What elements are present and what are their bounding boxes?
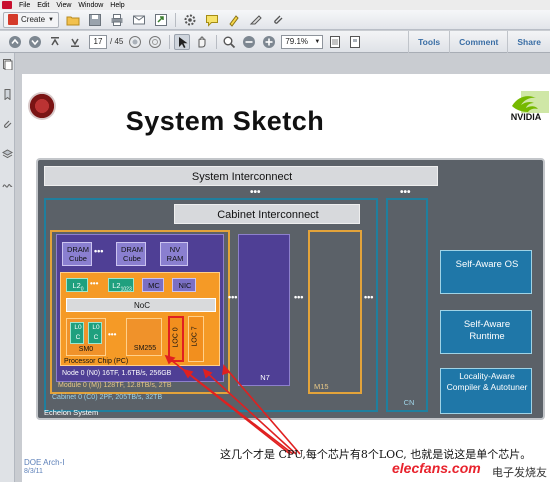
watermark-red: 电子发烧友 bbox=[492, 467, 547, 479]
right-panel-links: Tools Comment Share bbox=[408, 31, 550, 53]
page-total: / 45 bbox=[110, 37, 124, 46]
open-folder-icon[interactable] bbox=[65, 12, 81, 28]
footer-date: 8/3/11 bbox=[24, 468, 43, 475]
create-pdf-icon bbox=[8, 14, 18, 25]
handwritten-annotation: 这几个才是 CPU,每个芯片有8个LOC, 也就是说这是单个芯片。 bbox=[220, 448, 532, 461]
create-button[interactable]: Create ▼ bbox=[3, 11, 59, 28]
zoom-level-value: 79.1% bbox=[285, 37, 309, 46]
hand-tool-icon[interactable] bbox=[194, 34, 210, 50]
share-icon[interactable] bbox=[153, 12, 169, 28]
menu-file[interactable]: File bbox=[19, 2, 30, 9]
toolbar-divider bbox=[216, 34, 218, 49]
page-display-icon[interactable] bbox=[347, 34, 363, 50]
save-icon[interactable] bbox=[87, 12, 103, 28]
marquee-zoom-icon[interactable] bbox=[221, 34, 237, 50]
sign-icon[interactable] bbox=[248, 12, 264, 28]
footer-source: DOE Arch-I bbox=[24, 458, 65, 467]
page-thumbnails-icon[interactable] bbox=[2, 59, 13, 71]
print-icon[interactable] bbox=[109, 12, 125, 28]
attach-icon[interactable] bbox=[270, 12, 286, 28]
watermark-site: elecfans.com bbox=[392, 460, 481, 476]
settings-icon[interactable] bbox=[182, 12, 198, 28]
main-toolbar: Create ▼ bbox=[0, 10, 550, 30]
share-link[interactable]: Share bbox=[507, 31, 550, 53]
fit-page-icon[interactable] bbox=[127, 34, 143, 50]
menu-view[interactable]: View bbox=[56, 2, 71, 9]
signatures-icon[interactable] bbox=[2, 179, 13, 190]
zoom-level-select[interactable]: 79.1% ▼ bbox=[281, 34, 324, 49]
navigation-toolbar: 17 / 45 79.1% ▼ Tools Comment Share bbox=[0, 31, 550, 53]
email-icon[interactable] bbox=[131, 12, 147, 28]
left-navigation-panel bbox=[0, 53, 15, 482]
page-view-icon[interactable] bbox=[327, 34, 343, 50]
page-number-input[interactable]: 17 bbox=[89, 34, 107, 49]
next-page-icon[interactable] bbox=[27, 34, 43, 50]
toolbar-divider bbox=[169, 34, 171, 49]
comment-link[interactable]: Comment bbox=[449, 31, 507, 53]
menu-bar: File Edit View Window Help bbox=[0, 0, 550, 10]
chevron-down-icon: ▼ bbox=[48, 16, 54, 23]
attachments-icon[interactable] bbox=[2, 119, 13, 130]
highlight-icon[interactable] bbox=[226, 12, 242, 28]
select-cursor-icon[interactable] bbox=[174, 33, 191, 50]
toolbar-divider bbox=[174, 12, 176, 27]
zoom-in-icon[interactable] bbox=[261, 34, 277, 50]
previous-page-icon[interactable] bbox=[7, 34, 23, 50]
first-page-icon[interactable] bbox=[47, 34, 63, 50]
document-page: NVIDIA System Sketch System Interconnect… bbox=[22, 74, 550, 482]
last-page-icon[interactable] bbox=[67, 34, 83, 50]
annotation-arrows bbox=[164, 354, 301, 455]
menu-edit[interactable]: Edit bbox=[37, 2, 49, 9]
menu-help[interactable]: Help bbox=[110, 2, 124, 9]
nvidia-logo: NVIDIA bbox=[511, 91, 549, 122]
rotate-icon[interactable] bbox=[147, 34, 163, 50]
create-label: Create bbox=[21, 15, 46, 24]
svg-text:NVIDIA: NVIDIA bbox=[511, 112, 542, 122]
comment-icon[interactable] bbox=[204, 12, 220, 28]
bookmarks-icon[interactable] bbox=[2, 89, 13, 101]
zoom-out-icon[interactable] bbox=[241, 34, 257, 50]
tools-link[interactable]: Tools bbox=[408, 31, 449, 53]
app-logo-icon bbox=[2, 1, 12, 9]
chevron-down-icon: ▼ bbox=[314, 38, 321, 45]
menu-window[interactable]: Window bbox=[78, 2, 103, 9]
layers-icon[interactable] bbox=[1, 149, 14, 160]
slide-title: System Sketch bbox=[125, 106, 325, 136]
system-diagram: System Interconnect ••• ••• Cabinet Inte… bbox=[36, 158, 545, 455]
